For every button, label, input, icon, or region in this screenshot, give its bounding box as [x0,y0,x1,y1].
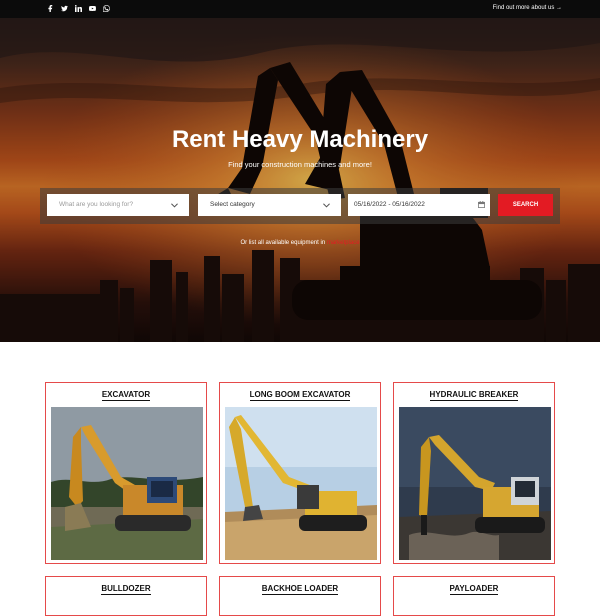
card-title: PAYLOADER [449,584,499,595]
about-link[interactable]: Find out more about us → [493,5,562,11]
hero-title: Rent Heavy Machinery [171,126,429,153]
chevron-down-icon [171,194,179,216]
marketplace-line: Or list all available equipment in marke… [0,240,600,246]
hydraulic-breaker-image [399,407,551,560]
calendar-icon [478,201,485,208]
card-title: HYDRAULIC BREAKER [429,390,519,401]
facebook-icon[interactable] [46,4,54,13]
hero-overlay [0,18,600,342]
category-card-bulldozer[interactable]: BULLDOZER [45,576,207,616]
search-input[interactable]: What are you looking for? [47,194,189,216]
hero-subtitle: Find your construction machines and more… [228,160,372,169]
chevron-down-icon [323,194,331,216]
long-boom-excavator-image [225,407,377,560]
search-panel: What are you looking for? Select categor… [40,188,560,224]
hero-banner: Rent Heavy Machinery Find your construct… [0,18,600,342]
search-input-placeholder: What are you looking for? [59,201,134,208]
card-title: BULLDOZER [101,584,151,595]
card-title: LONG BOOM EXCAVATOR [249,390,351,401]
date-range-value: 05/16/2022 - 05/16/2022 [354,201,425,208]
excavator-image [51,407,203,560]
category-card-long-boom-excavator[interactable]: LONG BOOM EXCAVATOR [219,382,381,564]
date-range-input[interactable]: 05/16/2022 - 05/16/2022 [348,194,490,216]
card-title: EXCAVATOR [101,390,151,401]
search-button[interactable]: SEARCH [498,194,553,216]
marketplace-link[interactable]: marketplace [327,240,360,246]
top-bar: Find out more about us → [0,0,600,18]
twitter-icon[interactable] [60,4,68,13]
category-card-payloader[interactable]: PAYLOADER [393,576,555,616]
category-card-hydraulic-breaker[interactable]: HYDRAULIC BREAKER [393,382,555,564]
whatsapp-icon[interactable] [102,4,110,13]
category-select-value: Select category [210,201,255,208]
linkedin-icon[interactable] [74,4,82,13]
social-links [46,4,110,13]
marketplace-prefix: Or list all available equipment in [240,240,327,246]
category-select[interactable]: Select category [198,194,341,216]
youtube-icon[interactable] [88,4,96,13]
category-card-backhoe-loader[interactable]: BACKHOE LOADER [219,576,381,616]
card-title: BACKHOE LOADER [261,584,339,595]
category-card-excavator[interactable]: EXCAVATOR [45,382,207,564]
